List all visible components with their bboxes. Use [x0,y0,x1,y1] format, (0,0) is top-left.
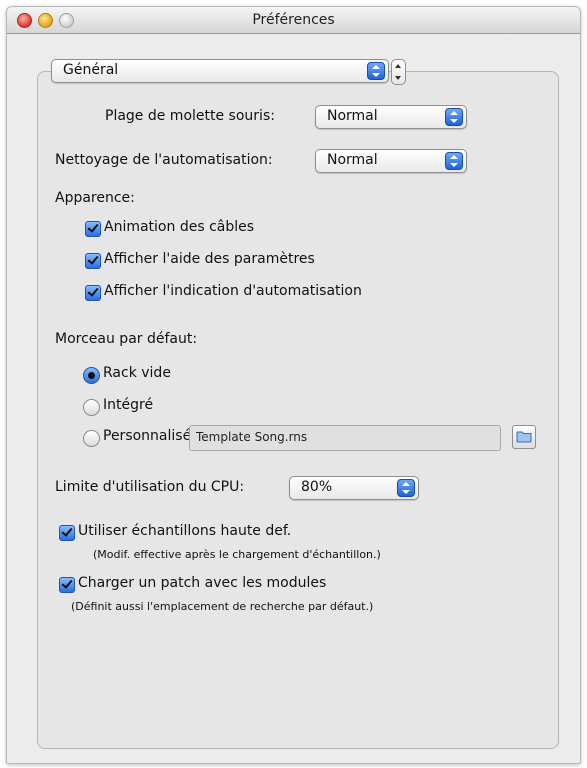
cable-animation-label[interactable]: Animation des câbles [104,219,254,235]
hires-samples-label[interactable]: Utiliser échantillons haute def. [78,523,291,539]
parameter-help-checkbox[interactable] [85,253,101,269]
default-song-heading: Morceau par défaut: [55,331,198,347]
automation-cleanup-popup[interactable]: Normal [315,149,467,173]
popup-arrows-icon [445,108,463,126]
mouse-wheel-label: Plage de molette souris: [105,108,275,124]
hires-samples-note: (Modif. effective après le chargement d'… [93,548,381,561]
browse-button[interactable] [512,425,536,449]
custom-song-radio[interactable] [83,430,100,447]
load-patch-checkbox[interactable] [59,577,75,593]
load-patch-note: (Définit aussi l'emplacement de recherch… [71,600,374,613]
stepper-down-icon[interactable] [395,76,401,80]
mouse-wheel-value: Normal [327,108,378,124]
category-value: Général [63,62,119,78]
empty-rack-radio[interactable] [83,367,100,384]
hires-samples-checkbox[interactable] [59,525,75,541]
automation-cleanup-value: Normal [327,152,378,168]
custom-song-path-field[interactable]: Template Song.rns [189,425,501,451]
folder-icon [516,431,532,443]
empty-rack-label[interactable]: Rack vide [103,365,171,381]
builtin-song-label[interactable]: Intégré [103,397,153,413]
mouse-wheel-popup[interactable]: Normal [315,105,467,129]
builtin-song-radio[interactable] [83,399,100,416]
category-popup[interactable]: Général [51,59,389,83]
automation-indication-checkbox[interactable] [85,285,101,301]
automation-cleanup-label: Nettoyage de l'automatisation: [55,152,273,168]
custom-song-label[interactable]: Personnalisé: [103,428,196,444]
cable-animation-checkbox[interactable] [85,221,101,237]
cpu-limit-value: 80% [301,479,333,495]
popup-arrows-icon [445,152,463,170]
automation-indication-label[interactable]: Afficher l'indication d'automatisation [104,283,362,299]
window-title: Préférences [252,12,335,28]
cpu-limit-popup[interactable]: 80% [289,476,419,500]
load-patch-label[interactable]: Charger un patch avec les modules [78,575,326,591]
popup-arrows-icon [367,62,385,80]
appearance-heading: Apparence: [55,190,135,206]
custom-song-path-value: Template Song.rns [196,430,308,444]
title-bar[interactable]: Préférences [7,7,580,34]
preferences-window: Préférences Général Plage de molette sou… [6,6,581,764]
cpu-limit-label: Limite d'utilisation du CPU: [55,479,245,495]
stepper-up-icon[interactable] [395,64,401,68]
category-stepper[interactable] [391,59,406,85]
parameter-help-label[interactable]: Afficher l'aide des paramètres [104,251,315,267]
popup-arrows-icon [397,479,415,497]
